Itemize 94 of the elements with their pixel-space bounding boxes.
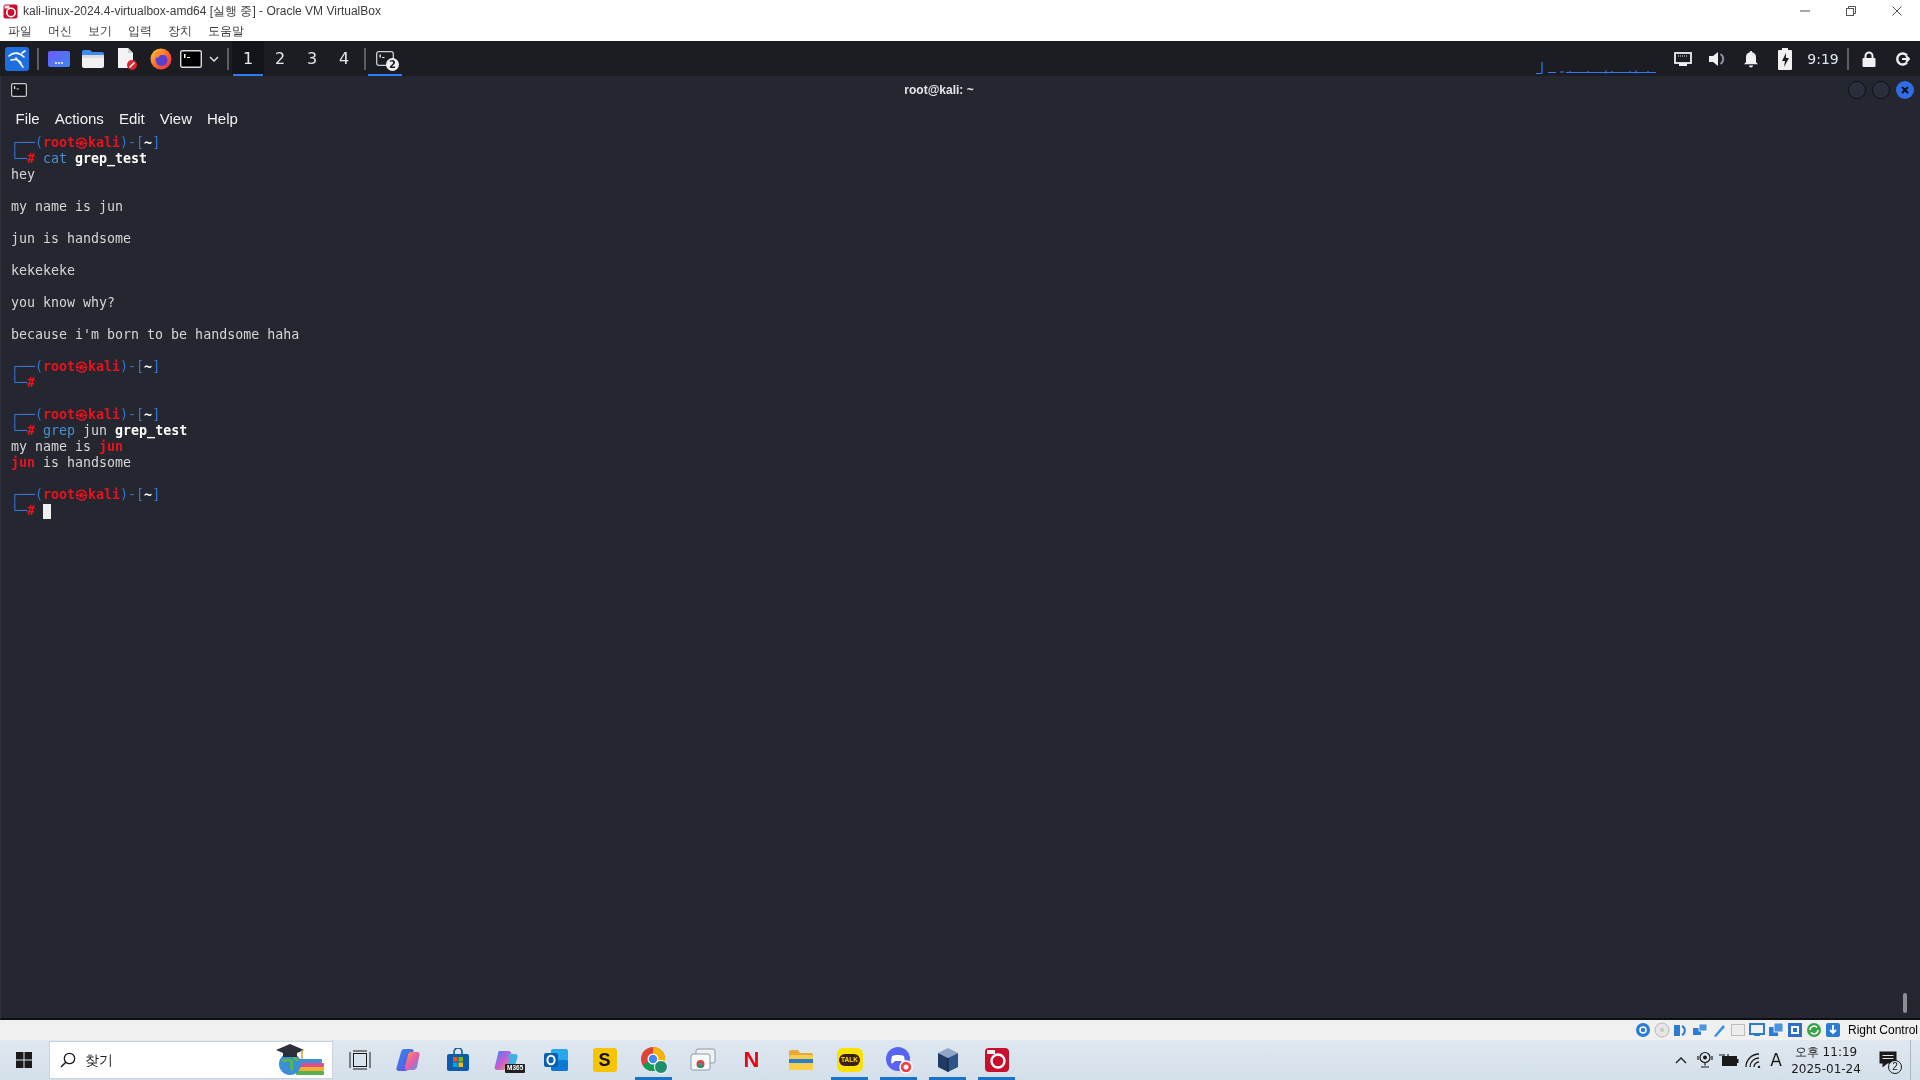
tile-icon	[1786, 1022, 1803, 1038]
stacked-windows-icon	[689, 1048, 716, 1072]
shopping-bag-icon	[445, 1048, 470, 1072]
prompt-line: ┌──(root㉿kali)-[~]	[11, 359, 161, 375]
host-key-label: Right Control	[1847, 1023, 1918, 1037]
workspace-tab[interactable]: 4	[328, 41, 360, 76]
input-method-button[interactable]: A	[1765, 1040, 1787, 1080]
close-icon	[1892, 6, 1902, 16]
message-bubble-icon	[1877, 1050, 1898, 1070]
terminal-task-button[interactable]: 2	[368, 41, 402, 76]
output-line: jun is handsome	[11, 455, 132, 471]
logout-icon	[1896, 51, 1910, 66]
network-icon	[1691, 1022, 1708, 1038]
window-title: kali-linux-2024.4-virtualbox-amd64 [실행 중] - Oracle VM VirtualBox	[23, 2, 381, 20]
terminal-menu-item[interactable]: File	[8, 109, 48, 127]
terminal-menu-item[interactable]: Help	[199, 109, 246, 127]
browser-profile-icon	[639, 1046, 668, 1074]
cube-icon	[935, 1047, 960, 1073]
bell-icon	[1743, 49, 1759, 68]
display-icon	[1748, 1022, 1765, 1038]
folder-icon	[788, 1049, 813, 1071]
gamepad-chat-icon	[884, 1046, 913, 1074]
output-line: jun is handsome	[11, 231, 132, 247]
prompt-line: ┌──(root㉿kali)-[~]	[11, 487, 161, 503]
prompt-line: ┌──(root㉿kali)-[~]	[11, 135, 161, 151]
chevron-up-icon	[1675, 1056, 1687, 1064]
dragon-logo-icon	[5, 46, 29, 71]
caret-icon	[209, 55, 219, 62]
search-field[interactable]: 찾기	[49, 1041, 333, 1079]
command-line: └─# cat grep_test	[11, 151, 148, 167]
menu-item[interactable]: 머신	[48, 23, 72, 40]
output-line: kekekeke	[11, 263, 76, 279]
folder-icon	[82, 49, 104, 68]
count-badge: 2	[386, 58, 399, 71]
output-line: my name is jun	[11, 199, 124, 215]
scrollbar[interactable]	[1903, 993, 1907, 1013]
desktop-icon	[48, 50, 70, 67]
terminal-icon	[376, 51, 394, 66]
count-badge: 2	[1888, 1060, 1902, 1074]
lock-icon	[1862, 50, 1876, 67]
output-line: hey	[11, 167, 36, 183]
command-line: └─#	[11, 503, 36, 519]
camera-icon	[1697, 1051, 1713, 1069]
document-pencil-icon	[117, 47, 137, 70]
app-window-icon	[983, 1047, 1010, 1073]
terminal-menu-item[interactable]: Edit	[111, 109, 153, 127]
workspace-tab[interactable]: 1	[232, 41, 264, 76]
browser-icon	[150, 47, 172, 70]
task-view-icon	[348, 1050, 371, 1070]
taskbar-app-button[interactable]: S	[580, 1040, 629, 1080]
windows-logo-icon	[16, 1052, 32, 1068]
menu-item[interactable]: 보기	[88, 23, 112, 40]
circle-icon	[1848, 81, 1866, 99]
refresh-icon	[1805, 1022, 1822, 1038]
close-button[interactable]	[1896, 81, 1914, 99]
audio-icon	[1672, 1022, 1689, 1038]
search-input[interactable]: 찾기	[81, 1045, 262, 1075]
prompt-line: ┌──(root㉿kali)-[~]	[11, 407, 161, 423]
clock-button[interactable]: 오후 11:19 2025-01-24	[1787, 1040, 1865, 1080]
command-line: └─# grep jun grep_test	[11, 423, 188, 439]
menu-item[interactable]: 파일	[8, 23, 32, 40]
menu-item[interactable]: 입력	[128, 23, 152, 40]
menu-item[interactable]: 도움말	[208, 23, 244, 40]
terminal-menu-item[interactable]: Actions	[47, 109, 112, 127]
output-line: you know why?	[11, 295, 116, 311]
notification-button[interactable]: 2	[1865, 1040, 1910, 1080]
terminal-menu-item[interactable]: View	[152, 109, 200, 127]
command-line: └─#	[11, 375, 36, 391]
hard-disk-icon	[1634, 1022, 1651, 1038]
minimize-icon	[1800, 10, 1810, 12]
sparkle-swirl-icon	[395, 1048, 422, 1072]
battery-icon	[1719, 1053, 1739, 1067]
workspace-tab[interactable]: 3	[296, 41, 328, 76]
screens-icon	[1767, 1022, 1784, 1038]
restore-icon	[1846, 6, 1856, 16]
search-icon	[60, 1052, 76, 1068]
taskbar-app-button[interactable]: N	[727, 1040, 776, 1080]
wifi-icon	[1744, 1052, 1762, 1068]
mail-tile-icon	[542, 1048, 569, 1072]
panel-clock[interactable]: 9:19	[1802, 41, 1844, 76]
terminal-title: root@kali: ~	[904, 83, 974, 97]
volume-icon	[1708, 49, 1726, 68]
output-line: because i'm born to be handsome haha	[11, 327, 300, 343]
output-line: my name is jun	[11, 439, 124, 455]
terminal-icon	[11, 83, 27, 97]
menu-item[interactable]: 장치	[168, 23, 192, 40]
close-icon	[1896, 81, 1914, 99]
app-icon	[3, 3, 18, 19]
battery-icon	[1778, 47, 1792, 70]
workspace-tab[interactable]: 2	[264, 41, 296, 76]
download-icon	[1824, 1022, 1841, 1038]
circle-icon	[1872, 81, 1890, 99]
terminal-icon	[180, 49, 202, 68]
monitor-icon	[1674, 51, 1692, 66]
